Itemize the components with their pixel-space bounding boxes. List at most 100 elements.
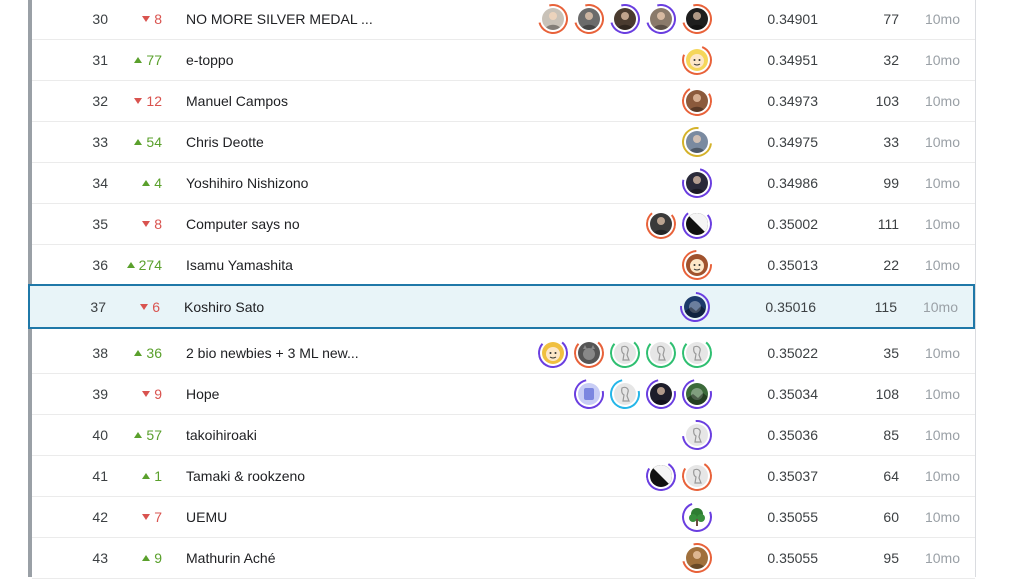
tree-icon[interactable]: [677, 497, 717, 537]
table-row[interactable]: 41 1 Tamaki & rookzeno 0.35037 64 10mo: [32, 456, 975, 497]
table-row[interactable]: 42 7 UEMU 0.35055 60 10mo: [32, 497, 975, 538]
default-avatar-icon[interactable]: [680, 336, 714, 370]
team-name-link[interactable]: Chris Deotte: [186, 122, 516, 162]
rank-number: 32: [92, 93, 108, 109]
team-members: [512, 537, 718, 579]
arrow-down-icon: [142, 391, 151, 397]
table-row[interactable]: 39 9 Hope 0.35034 108 10mo: [32, 373, 975, 415]
table-row[interactable]: 40 57 takoihiroaki 0.35036 85 10mo: [32, 413, 975, 457]
team-name-link[interactable]: Isamu Yamashita: [186, 245, 516, 285]
rank-change-value: 274: [138, 257, 162, 273]
landscape-photo-icon[interactable]: [673, 285, 717, 328]
entries-count: 108: [875, 386, 899, 402]
table-row[interactable]: 34 4 Yoshihiro Nishizono 0.34986 99 10mo: [32, 162, 975, 204]
rank-number: 42: [92, 509, 108, 525]
team-name-link[interactable]: Yoshihiro Nishizono: [186, 163, 516, 203]
default-avatar-icon[interactable]: [604, 373, 646, 415]
team-name-link[interactable]: e-toppo: [186, 40, 516, 80]
table-row[interactable]: 43 9 Mathurin Aché 0.35055 95 10mo: [32, 537, 975, 579]
team-name-link[interactable]: Manuel Campos: [186, 81, 516, 121]
cartoon-face-icon[interactable]: [536, 336, 570, 370]
team-name-link[interactable]: Mathurin Aché: [186, 538, 516, 578]
rank-number: 30: [92, 11, 108, 27]
cartoon-face-icon[interactable]: [675, 243, 719, 287]
rank-change: 57: [122, 415, 162, 455]
animal-photo-icon[interactable]: [572, 336, 606, 370]
avatar-image: [686, 465, 708, 487]
table-row[interactable]: 31 77 e-toppo 0.34951 32 10mo: [32, 40, 975, 81]
last-submission: 10mo: [924, 11, 960, 27]
entries-count: 35: [883, 345, 899, 361]
person-photo-icon[interactable]: [675, 120, 719, 164]
table-row[interactable]: 38 36 2 bio newbies + 3 ML new... 0.35022 35…: [32, 333, 975, 374]
score-value: 0.35013: [767, 257, 818, 273]
avatar-image: [686, 254, 708, 276]
rank-change-value: 6: [152, 298, 160, 315]
table-row[interactable]: 35 8 Computer says no 0.35002 111 10mo: [32, 204, 975, 245]
team-name-link[interactable]: Koshiro Sato: [184, 286, 514, 327]
default-avatar-icon[interactable]: [644, 336, 678, 370]
table-row[interactable]: 33 54 Chris Deotte 0.34975 33 10mo: [32, 120, 975, 164]
team-name-link[interactable]: Tamaki & rookzeno: [186, 456, 516, 496]
entries-count: 103: [875, 93, 899, 109]
table-row[interactable]: 37 6 Koshiro Sato 0.35016 115 10mo: [28, 284, 975, 329]
rank-change: 7: [122, 497, 162, 537]
team-members: [512, 204, 714, 244]
score-value: 0.35055: [767, 550, 818, 566]
person-photo-icon[interactable]: [532, 0, 574, 40]
landscape-photo-icon[interactable]: [676, 373, 718, 415]
default-avatar-icon[interactable]: [679, 458, 715, 494]
entries-count: 85: [883, 427, 899, 443]
entries-count: 99: [883, 175, 899, 191]
last-submission: 10mo: [924, 134, 960, 150]
team-members: [512, 373, 718, 415]
team-name-link[interactable]: takoihiroaki: [186, 415, 516, 455]
team-name-link[interactable]: UEMU: [186, 497, 516, 537]
rank-change-value: 7: [154, 509, 162, 525]
person-photo-icon[interactable]: [568, 0, 610, 40]
abstract-icon[interactable]: [643, 458, 679, 494]
table-row[interactable]: 36 274 Isamu Yamashita 0.35013 22 10mo: [32, 243, 975, 287]
default-avatar-icon[interactable]: [608, 336, 642, 370]
rank-change-value: 77: [146, 52, 162, 68]
rank-change: 6: [120, 286, 160, 327]
rank-change: 8: [122, 0, 162, 39]
abstract-icon[interactable]: [680, 207, 714, 241]
default-avatar-icon[interactable]: [675, 413, 719, 457]
person-photo-icon[interactable]: [640, 373, 682, 415]
person-photo-icon[interactable]: [676, 537, 718, 579]
rank-change: 77: [122, 40, 162, 80]
logo-icon[interactable]: [568, 373, 610, 415]
table-row[interactable]: 30 8 NO MORE SILVER MEDAL ... 0.34901 77 10mo: [32, 0, 975, 40]
team-name-link[interactable]: 2 bio newbies + 3 ML new...: [186, 333, 516, 373]
rank-change-value: 12: [146, 93, 162, 109]
team-name-link[interactable]: NO MORE SILVER MEDAL ...: [186, 0, 516, 39]
avatar-image: [686, 90, 708, 112]
rank-number: 38: [92, 345, 108, 361]
avatar-image: [686, 383, 708, 405]
person-photo-icon[interactable]: [604, 0, 646, 40]
avatar-image: [650, 8, 672, 30]
cartoon-face-icon[interactable]: [677, 40, 717, 80]
rank-change: 8: [122, 204, 162, 244]
person-photo-icon[interactable]: [644, 207, 678, 241]
arrow-up-icon: [134, 139, 143, 145]
person-photo-icon[interactable]: [676, 162, 718, 204]
person-photo-icon[interactable]: [640, 0, 682, 40]
team-name-link[interactable]: Computer says no: [186, 204, 516, 244]
last-submission: 10mo: [922, 298, 958, 315]
last-submission: 10mo: [924, 93, 960, 109]
entries-count: 77: [883, 11, 899, 27]
entries-count: 115: [874, 298, 897, 315]
score-value: 0.35037: [767, 468, 818, 484]
avatar-image: [542, 8, 564, 30]
person-photo-icon[interactable]: [678, 82, 716, 120]
rank-change: 9: [122, 374, 162, 414]
last-submission: 10mo: [924, 427, 960, 443]
team-name-link[interactable]: Hope: [186, 374, 516, 414]
entries-count: 33: [883, 134, 899, 150]
arrow-up-icon: [142, 555, 151, 561]
table-row[interactable]: 32 12 Manuel Campos 0.34973 103 10mo: [32, 81, 975, 122]
avatar-image: [686, 172, 708, 194]
person-photo-icon[interactable]: [676, 0, 718, 40]
